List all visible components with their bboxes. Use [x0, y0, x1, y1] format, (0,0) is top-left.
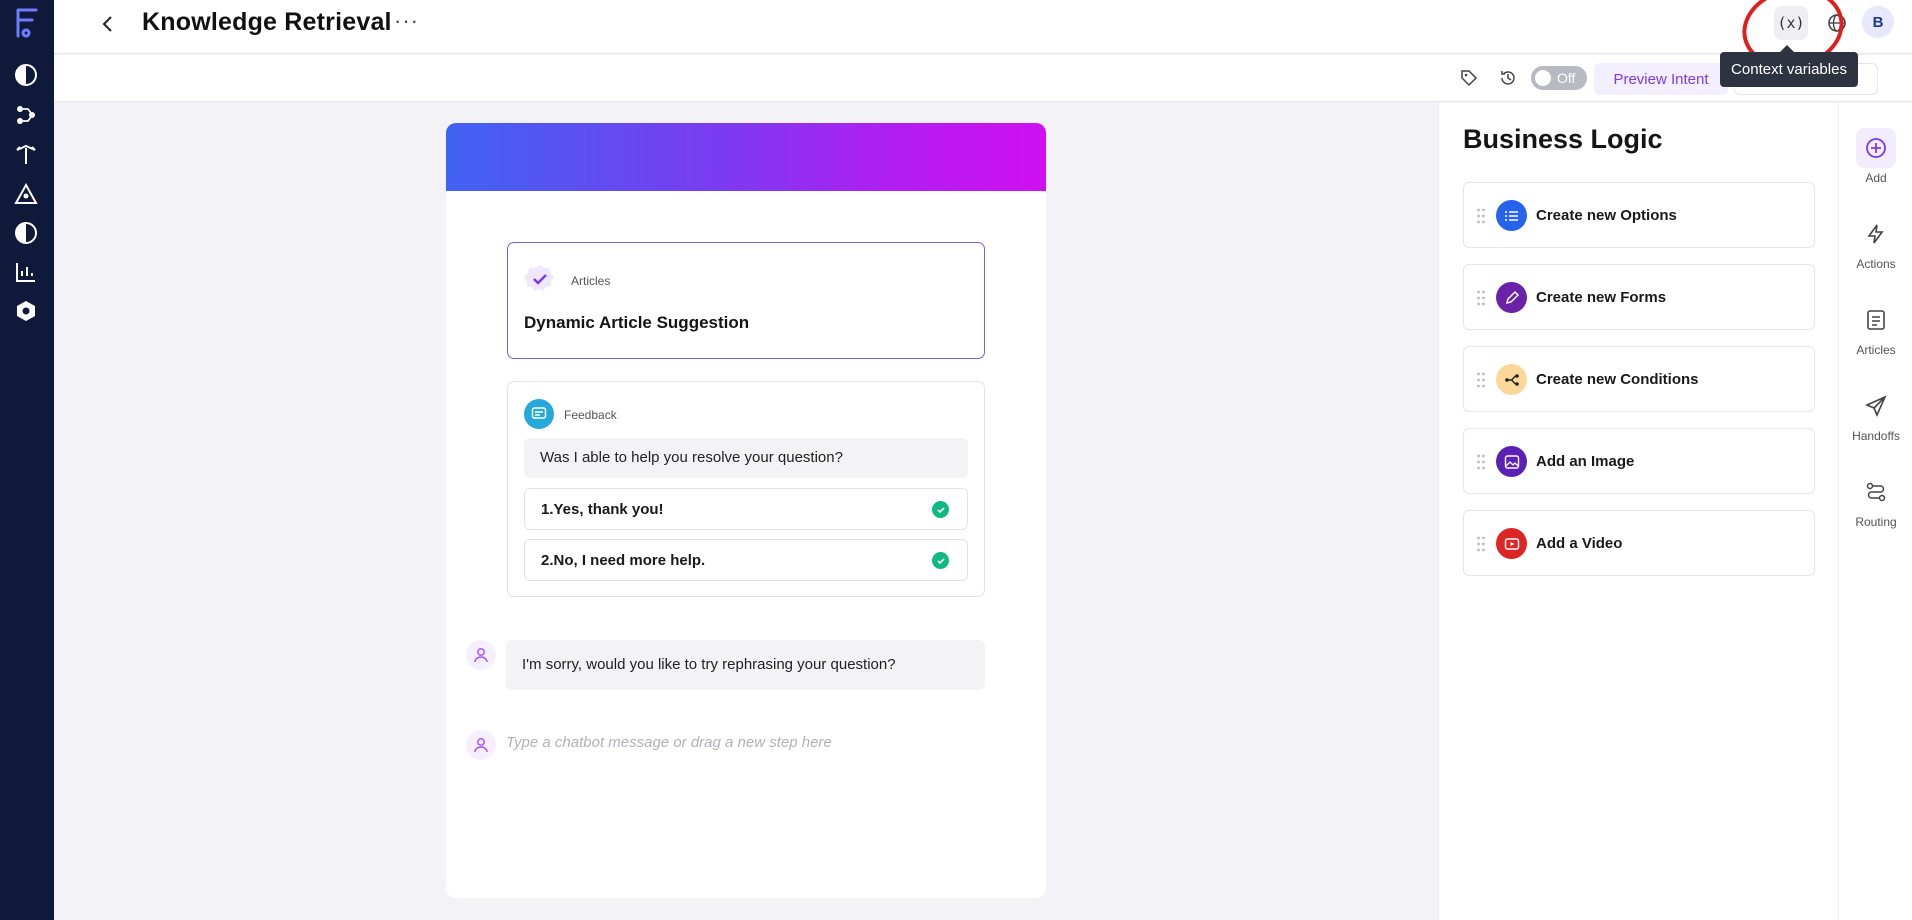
triangle-person-icon[interactable]: [13, 181, 39, 207]
item-label: Add a Video: [1536, 535, 1623, 552]
context-variables-button[interactable]: (x): [1774, 6, 1808, 40]
articles-step-tag: Articles: [571, 274, 611, 288]
history-icon[interactable]: [1497, 67, 1519, 89]
verified-badge-icon: [524, 263, 556, 295]
right-nav-column: Add Actions Articles Handoffs Routing: [1838, 103, 1912, 920]
user-avatar[interactable]: B: [1862, 6, 1894, 38]
nav-add-button[interactable]: Add: [1851, 128, 1901, 198]
feedback-step-tag: Feedback: [564, 408, 617, 422]
feedback-step[interactable]: Feedback Was I able to help you resolve …: [507, 381, 985, 597]
page-title: Knowledge Retrieval: [142, 8, 392, 36]
app-logo-icon[interactable]: [12, 6, 42, 40]
tag-icon[interactable]: [1458, 67, 1480, 89]
toggle-label: Off: [1557, 70, 1576, 86]
top-header: Knowledge Retrieval ··· (x) B: [54, 0, 1912, 78]
drag-handle-icon[interactable]: [1476, 371, 1486, 389]
nav-routing-button[interactable]: Routing: [1851, 472, 1901, 542]
workflow-icon[interactable]: [13, 102, 39, 128]
send-icon: [1856, 386, 1896, 426]
feedback-question[interactable]: Was I able to help you resolve your ques…: [524, 438, 968, 478]
image-icon: [1496, 446, 1527, 477]
nav-actions-button[interactable]: Actions: [1851, 214, 1901, 284]
settings-icon[interactable]: [13, 298, 39, 324]
feedback-option-label: 1.Yes, thank you!: [541, 501, 664, 518]
intent-canvas-card: Articles Dynamic Article Suggestion Feed…: [446, 123, 1046, 898]
drag-handle-icon[interactable]: [1476, 289, 1486, 307]
add-video-item[interactable]: Add a Video: [1463, 510, 1815, 576]
bot-user-icon: [466, 730, 496, 760]
branch-icon: [1496, 364, 1527, 395]
add-image-item[interactable]: Add an Image: [1463, 428, 1815, 494]
articles-step-title: Dynamic Article Suggestion: [524, 313, 750, 332]
editor-toolbar: Off Preview Intent: [54, 55, 1912, 102]
plus-circle-icon: [1856, 128, 1896, 168]
chatbot-message-input[interactable]: Type a chatbot message or drag a new ste…: [506, 734, 832, 751]
half-circle-icon[interactable]: [13, 220, 39, 246]
contrast-icon[interactable]: [13, 62, 39, 88]
nav-articles-label: Articles: [1856, 343, 1896, 357]
item-label: Create new Forms: [1536, 289, 1667, 306]
business-logic-title: Business Logic: [1463, 124, 1663, 154]
nav-handoffs-label: Handoffs: [1852, 429, 1900, 443]
bot-user-icon: [466, 640, 496, 670]
create-conditions-item[interactable]: Create new Conditions: [1463, 346, 1815, 412]
list-icon: [1496, 200, 1527, 231]
card-banner: [446, 123, 1046, 191]
nav-actions-label: Actions: [1856, 257, 1896, 271]
item-label: Create new Conditions: [1536, 371, 1699, 388]
lightning-icon: [1856, 214, 1896, 254]
nav-articles-button[interactable]: Articles: [1851, 300, 1901, 370]
check-circle-icon: [932, 501, 949, 518]
nav-add-label: Add: [1865, 171, 1887, 185]
check-circle-icon: [932, 552, 949, 569]
left-nav-rail: [0, 0, 54, 920]
video-icon: [1496, 528, 1527, 559]
feedback-option[interactable]: 2.No, I need more help.: [524, 539, 968, 581]
nav-handoffs-button[interactable]: Handoffs: [1851, 386, 1901, 456]
route-icon: [1856, 472, 1896, 512]
intent-toggle[interactable]: Off: [1531, 66, 1587, 90]
item-label: Add an Image: [1536, 453, 1635, 470]
document-icon: [1856, 300, 1896, 340]
articles-step[interactable]: Articles Dynamic Article Suggestion: [507, 242, 985, 359]
toggle-knob: [1535, 70, 1551, 86]
bot-message[interactable]: I'm sorry, would you like to try rephras…: [506, 640, 985, 690]
feedback-option-label: 2.No, I need more help.: [541, 552, 706, 569]
context-variables-tooltip: Context variables: [1720, 45, 1858, 87]
create-options-item[interactable]: Create new Options: [1463, 182, 1815, 248]
globe-icon[interactable]: [1824, 10, 1850, 36]
pencil-icon: [1496, 282, 1527, 313]
feedback-icon: [524, 399, 554, 429]
business-logic-panel: Business Logic Create new Options Create…: [1438, 103, 1838, 920]
create-forms-item[interactable]: Create new Forms: [1463, 264, 1815, 330]
nav-routing-label: Routing: [1855, 515, 1897, 529]
drag-handle-icon[interactable]: [1476, 207, 1486, 225]
feedback-option[interactable]: 1.Yes, thank you!: [524, 488, 968, 530]
preview-intent-button[interactable]: Preview Intent: [1594, 63, 1728, 95]
drag-handle-icon[interactable]: [1476, 535, 1486, 553]
analytics-icon[interactable]: [13, 259, 39, 285]
drag-handle-icon[interactable]: [1476, 453, 1486, 471]
back-arrow-icon[interactable]: [94, 10, 122, 38]
more-options-button[interactable]: ···: [394, 8, 419, 34]
item-label: Create new Options: [1536, 207, 1677, 224]
split-icon[interactable]: [13, 141, 39, 167]
